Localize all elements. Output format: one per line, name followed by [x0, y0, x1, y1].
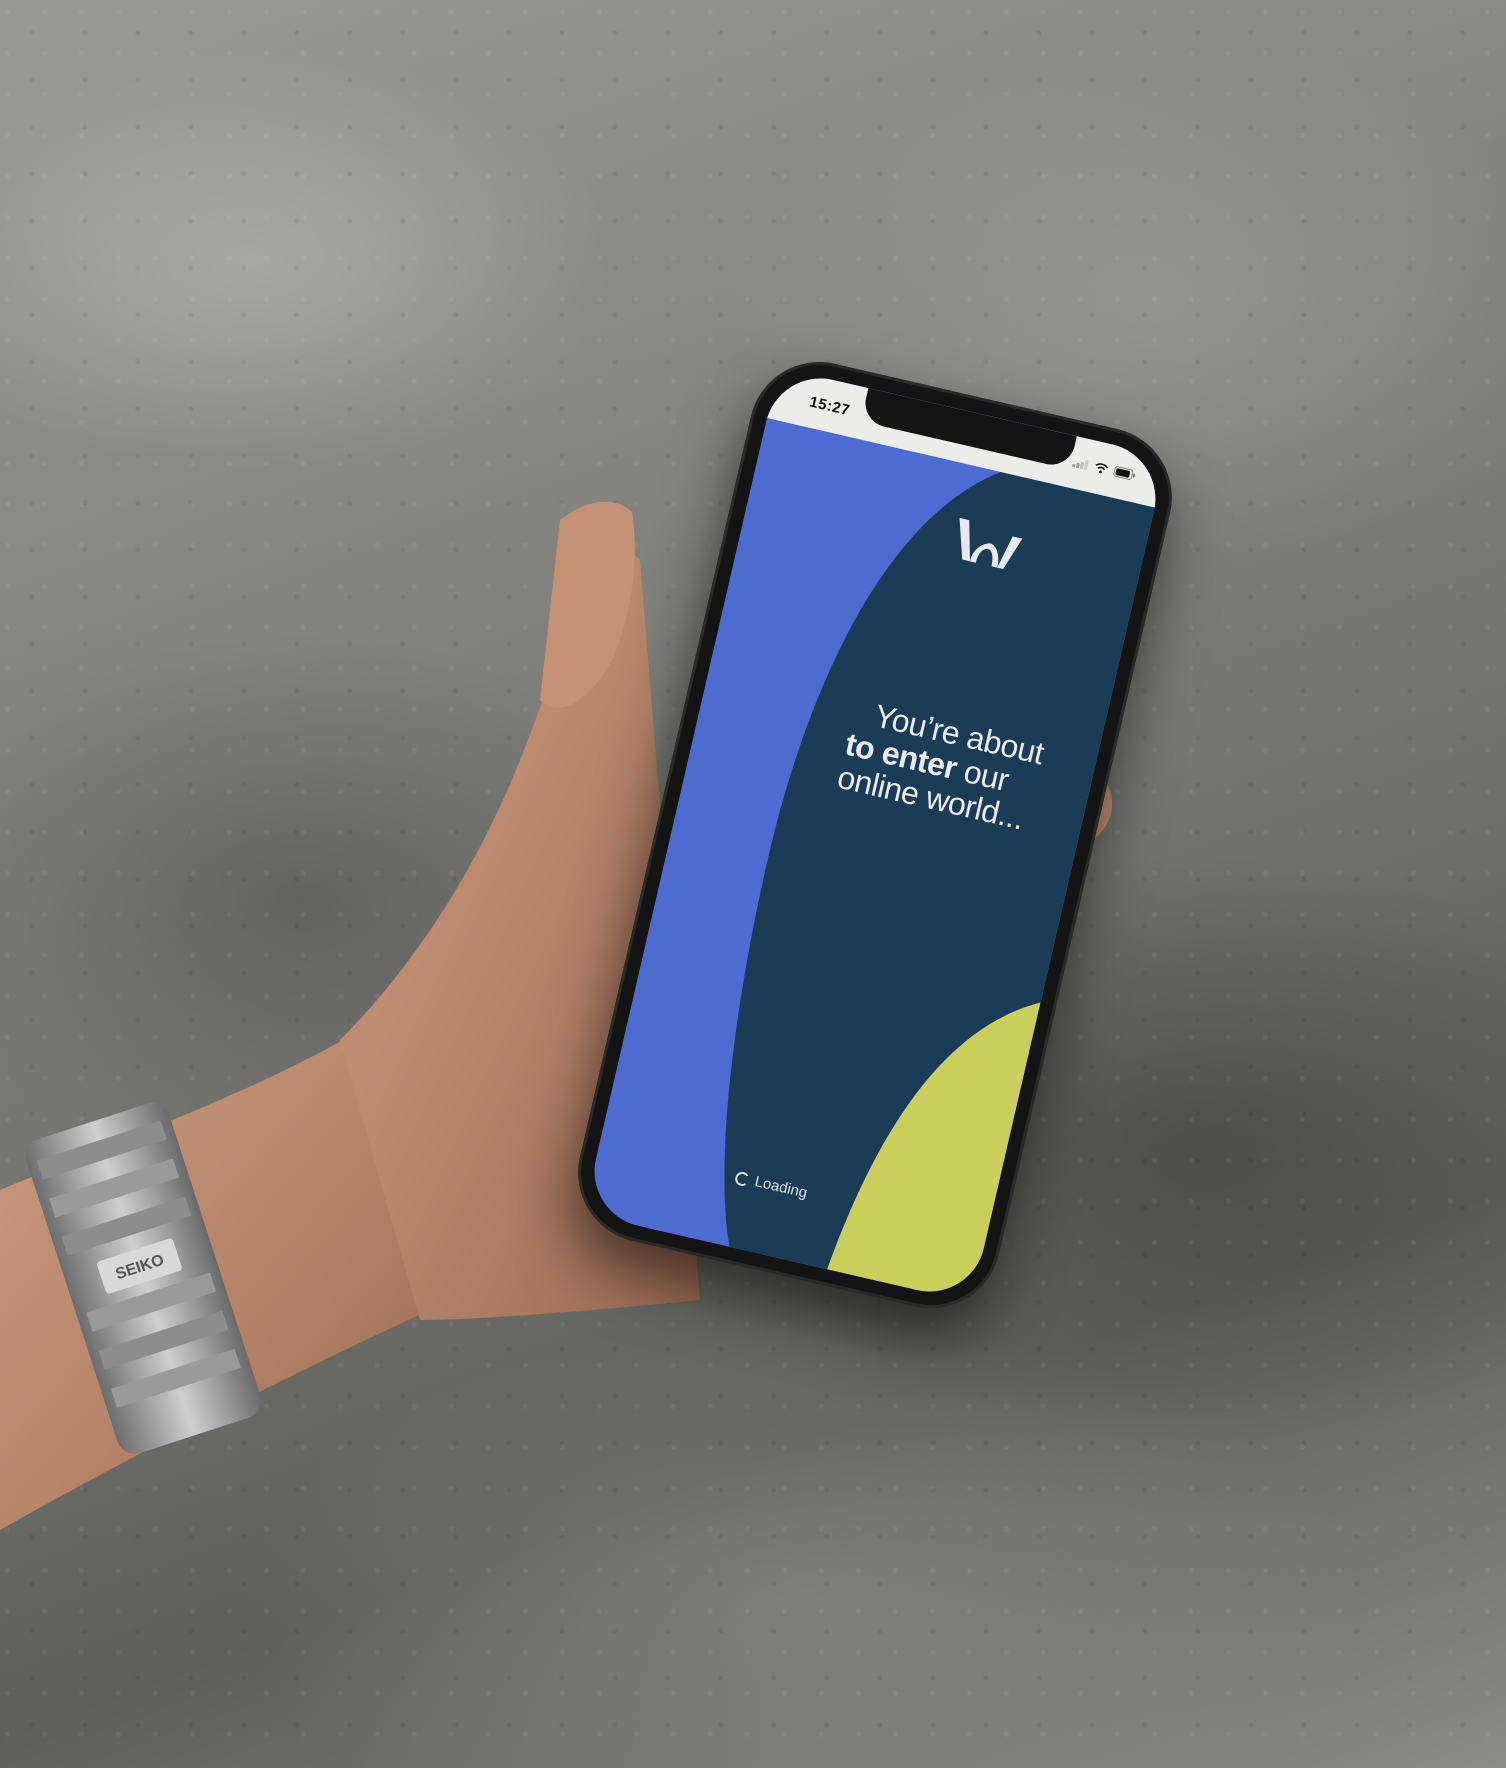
brand-logo-icon	[959, 517, 1023, 570]
status-time: 15:27	[807, 393, 852, 420]
loading-label: Loading	[753, 1173, 809, 1202]
signal-icon	[1071, 459, 1089, 470]
splash-headline: You’re about to enter our online world..…	[834, 693, 1091, 846]
battery-icon	[1113, 466, 1136, 480]
loading-indicator: Loading	[733, 1169, 809, 1202]
wifi-icon	[1095, 462, 1109, 473]
status-icons	[1071, 456, 1137, 481]
spinner-icon	[733, 1170, 751, 1187]
